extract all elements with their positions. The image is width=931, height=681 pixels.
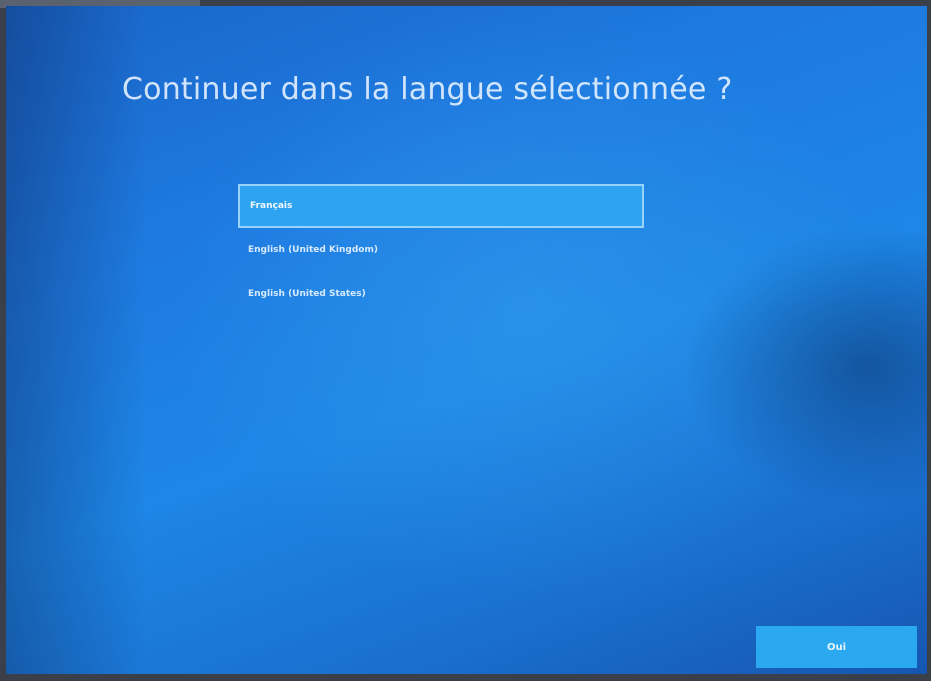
language-option-english-uk[interactable]: English (United Kingdom) bbox=[238, 228, 644, 272]
oui-button-label: Oui bbox=[826, 641, 847, 653]
language-option-francais[interactable]: Français bbox=[238, 184, 644, 228]
language-option-label: English (United Kingdom) bbox=[248, 245, 378, 255]
language-list: Français English (United Kingdom) Englis… bbox=[238, 184, 644, 316]
language-option-label: Français bbox=[250, 201, 293, 211]
page-title: Continuer dans la langue sélectionnée ? bbox=[122, 72, 733, 107]
device-frame: Continuer dans la langue sélectionnée ? … bbox=[0, 0, 931, 681]
language-option-label: English (United States) bbox=[248, 289, 366, 299]
oobe-screen: Continuer dans la langue sélectionnée ? … bbox=[6, 6, 927, 674]
device-bezel-bottom bbox=[0, 674, 931, 681]
language-option-english-us[interactable]: English (United States) bbox=[238, 272, 644, 316]
oui-button[interactable]: Oui bbox=[756, 626, 917, 668]
